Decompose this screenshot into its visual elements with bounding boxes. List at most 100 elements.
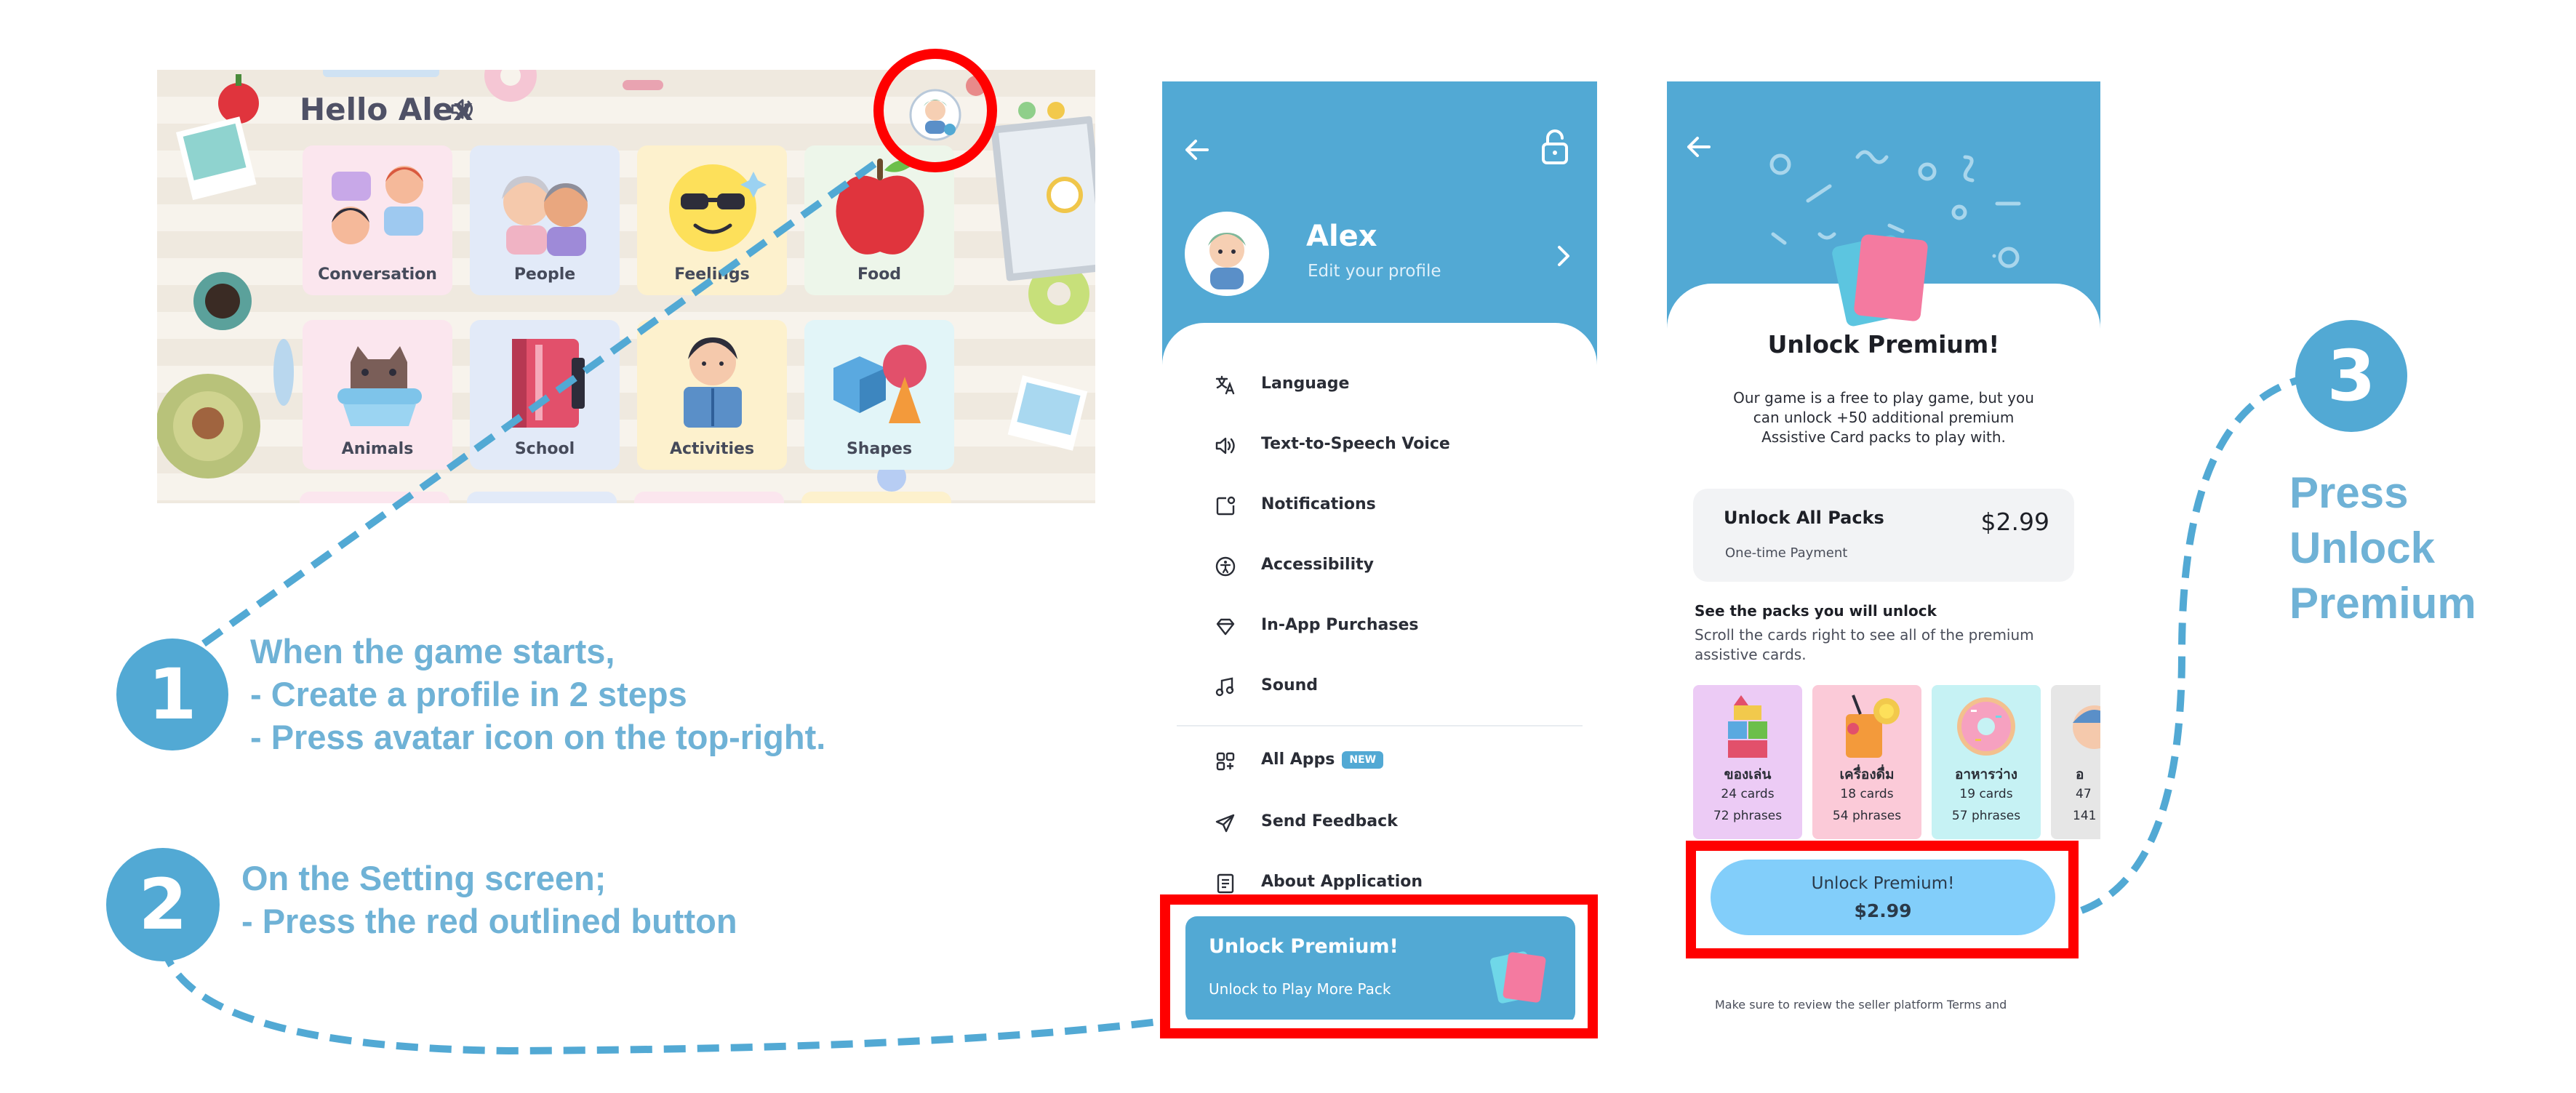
people-icon [502, 176, 588, 256]
tile-label: Shapes [846, 440, 913, 458]
pack-phrases: 141 [2073, 809, 2097, 823]
cards-icon [1490, 951, 1546, 1004]
pack-cards: 47 [2076, 787, 2092, 801]
tile-feelings[interactable]: Feelings [637, 145, 787, 295]
menu-label: Send Feedback [1261, 812, 1398, 830]
speaker-icon[interactable] [449, 97, 473, 121]
step-2-text: On the Setting screen; - Press the red o… [241, 857, 737, 942]
reading-child-icon [684, 337, 742, 428]
tile-food[interactable]: Food [804, 145, 954, 295]
shapes-icon [833, 345, 927, 423]
tile-people[interactable]: People [470, 145, 620, 295]
tile-label: Activities [669, 440, 755, 458]
tile-shapes[interactable]: Shapes [804, 320, 954, 470]
banner-title: Unlock Premium! [1209, 935, 1399, 958]
step-number: 3 [2327, 335, 2376, 417]
pack-image-icon [2073, 705, 2100, 749]
offer-price: $2.99 [1980, 508, 2049, 536]
translate-icon [1215, 375, 1235, 395]
tile-label: Conversation [318, 265, 437, 284]
tile-label: People [513, 265, 576, 284]
unlock-icon[interactable] [1540, 128, 1569, 166]
step-line: Unlock [2289, 524, 2436, 572]
button-label: Unlock Premium! [1811, 874, 1955, 893]
menu-item-accessibility[interactable]: Accessibility [1207, 546, 1571, 587]
menu-item-about-application[interactable]: About Application [1207, 863, 1571, 904]
menu-label: Text-to-Speech Voice [1261, 435, 1450, 453]
step-line: On the Setting screen; [241, 859, 607, 897]
pack-name: เครื่องดื่ม [1839, 766, 1895, 782]
terms-footer: Make sure to review the seller platform … [1715, 998, 2007, 1012]
tile-conversation[interactable]: Conversation [303, 145, 452, 295]
menu-label-text: All Apps [1261, 750, 1335, 769]
premium-screen: Unlock Premium! Our game is a free to pl… [1667, 81, 2100, 1020]
premium-title: Unlock Premium! [1767, 330, 2000, 359]
cards-icon [1832, 234, 1928, 327]
unlock-all-packs-card[interactable]: Unlock All Packs One-time Payment $2.99 [1693, 489, 2074, 582]
back-arrow-icon[interactable] [1681, 129, 1716, 164]
step-2-badge: 2 [106, 848, 220, 961]
packs-subheading: Scroll the cards right to see all of the… [1695, 626, 2034, 663]
menu-label: Accessibility [1261, 556, 1374, 574]
new-badge: NEW [1342, 751, 1384, 769]
apple-icon [836, 159, 924, 255]
step-line: Press [2289, 468, 2409, 517]
profile-name: Alex [1306, 220, 1377, 253]
pack-phrases: 54 phrases [1832, 809, 1902, 823]
menu-item-text-to-speech[interactable]: Text-to-Speech Voice [1207, 425, 1571, 466]
step-1-text: When the game starts, - Create a profile… [250, 630, 825, 758]
pack-cards: 24 cards [1721, 787, 1775, 801]
menu-label: Notifications [1261, 495, 1376, 513]
step-line: When the game starts, [250, 632, 615, 670]
pack-cards: 18 cards [1840, 787, 1894, 801]
document-icon [1217, 873, 1234, 894]
step-line: Premium [2289, 579, 2476, 628]
back-arrow-icon[interactable] [1180, 132, 1215, 167]
pack-name: ของเล่น [1724, 766, 1772, 782]
speaker-icon [1215, 437, 1235, 455]
pack-phrases: 72 phrases [1713, 809, 1783, 823]
menu-item-notifications[interactable]: Notifications [1207, 486, 1571, 527]
book-icon [512, 339, 585, 428]
button-price: $2.99 [1854, 900, 1912, 921]
menu-item-sound[interactable]: Sound [1207, 667, 1571, 708]
pack-card[interactable]: เครื่องดื่ม 18 cards 54 phrases [1812, 685, 1921, 839]
pack-card[interactable]: อ 47 141 [2051, 685, 2100, 839]
feelings-icon [669, 164, 767, 252]
banner-subtitle: Unlock to Play More Pack [1209, 980, 1391, 998]
step-line: - Create a profile in 2 steps [250, 675, 687, 713]
tile-school[interactable]: School [470, 320, 620, 470]
avatar-button[interactable] [908, 87, 963, 143]
tile-animals[interactable]: Animals [303, 320, 452, 470]
offer-subtitle: One-time Payment [1725, 545, 1848, 561]
premium-description: Our game is a free to play game, but you… [1733, 389, 2034, 446]
step-number: 2 [138, 864, 188, 945]
pack-card[interactable]: อาหารว่าง 19 cards 57 phrases [1932, 685, 2041, 839]
unlock-premium-button[interactable]: Unlock Premium! $2.99 [1711, 860, 2055, 935]
tile-activities[interactable]: Activities [637, 320, 787, 470]
tile-label: School [514, 440, 575, 458]
menu-item-in-app-purchases[interactable]: In-App Purchases [1207, 606, 1571, 647]
send-icon [1215, 814, 1235, 833]
avatar-icon [1185, 212, 1269, 296]
unlock-premium-banner[interactable]: Unlock Premium! Unlock to Play More Pack [1185, 916, 1575, 1020]
packs-heading: See the packs you will unlock [1695, 602, 1937, 620]
profile-row[interactable]: Alex Edit your profile [1184, 211, 1577, 298]
tile-label: Food [857, 265, 902, 284]
accessibility-icon [1215, 556, 1236, 577]
step-line: - Press the red outlined button [241, 902, 737, 940]
pack-phrases: 57 phrases [1951, 809, 2021, 823]
step-3-text: Press Unlock Premium [2289, 465, 2476, 631]
menu-item-send-feedback[interactable]: Send Feedback [1207, 803, 1571, 844]
menu-label: All Apps NEW [1261, 750, 1384, 769]
animals-icon [337, 346, 422, 426]
pack-card[interactable]: ของเล่น 24 cards 72 phrases [1693, 685, 1802, 839]
menu-item-language[interactable]: Language [1207, 365, 1571, 406]
conversation-icon [332, 166, 423, 244]
drink-icon [1846, 694, 1900, 758]
pack-cards: 19 cards [1959, 787, 2013, 801]
menu-item-all-apps[interactable]: All Apps NEW [1207, 741, 1571, 782]
donut-icon [1957, 697, 2015, 756]
connector-step3 [2080, 375, 2307, 914]
settings-screen: Alex Edit your profile Language Text-to-… [1162, 81, 1597, 1020]
